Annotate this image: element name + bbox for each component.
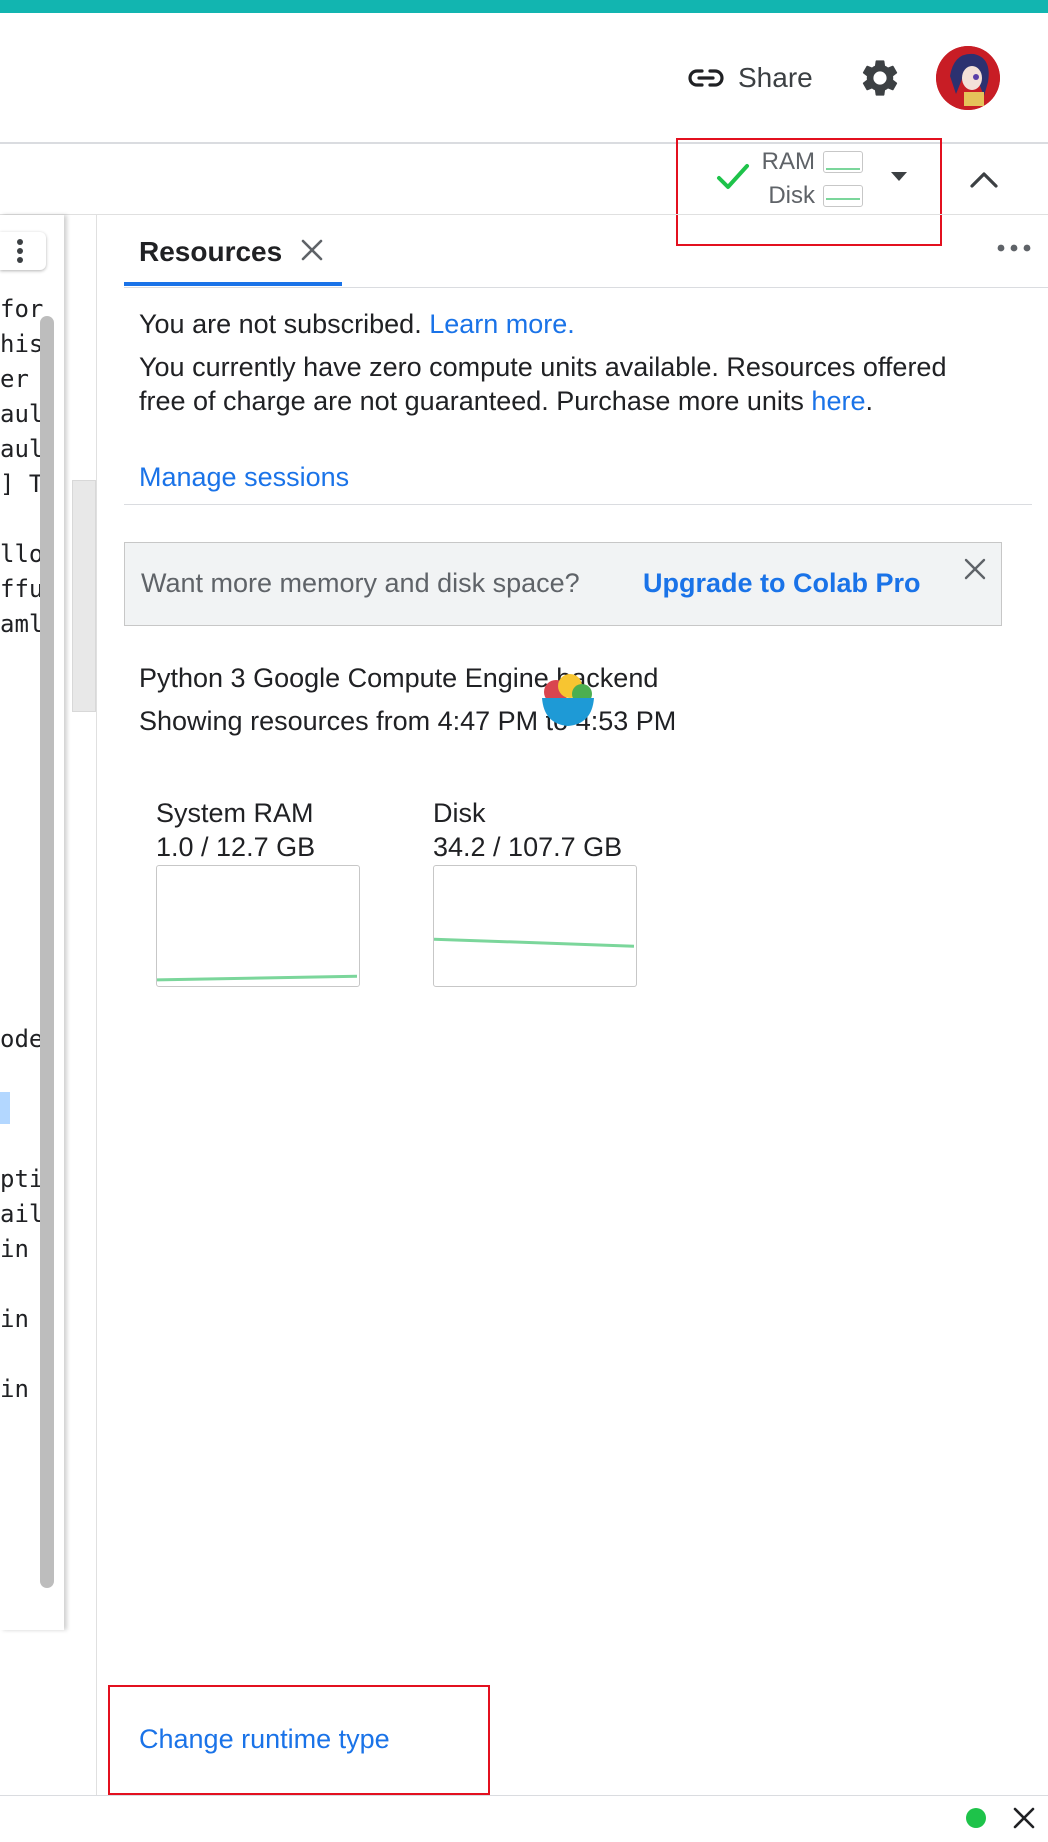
annotation-box-resources [676, 138, 942, 246]
more-options-button[interactable] [994, 236, 1034, 260]
avatar-image [936, 46, 1000, 110]
collapse-button[interactable] [964, 160, 1004, 200]
panel-divider [96, 215, 97, 1795]
here-link[interactable]: here [811, 386, 865, 416]
pane-resize-handle[interactable] [72, 480, 96, 712]
learn-more-link[interactable]: Learn more. [429, 309, 575, 339]
disk-chart-canvas [433, 937, 635, 948]
avatar[interactable] [936, 46, 1000, 110]
close-icon [301, 239, 323, 261]
gear-icon [862, 60, 898, 96]
status-close-button[interactable] [1012, 1806, 1036, 1830]
code-fragment: in [0, 1375, 44, 1403]
notebook-editor-strip[interactable]: for his er aul aul ] T llo ffu aml ode pti ail in i… [0, 215, 64, 1630]
link-icon [688, 69, 724, 87]
ram-usage-line [156, 974, 358, 982]
notebook-scrollbar[interactable] [40, 316, 54, 1588]
disk-chart-value: 34.2 / 107.7 GB [433, 832, 623, 862]
banner-text: Want more memory and disk space? [141, 568, 580, 598]
code-fragment: his [0, 330, 44, 358]
tab-divider [124, 287, 1048, 288]
subscription-status: You are not subscribed. Learn more. [139, 307, 575, 341]
disk-usage-chart [433, 865, 637, 987]
active-tab-indicator [124, 282, 342, 286]
ram-chart-value: 1.0 / 12.7 GB [156, 832, 316, 862]
share-label: Share [738, 62, 813, 93]
code-fragment: aul [0, 400, 44, 428]
code-fragment: pti [0, 1165, 44, 1193]
tab-close-button[interactable] [298, 236, 326, 264]
code-fragment: aml [0, 610, 44, 638]
bowl-icon [538, 670, 598, 735]
settings-button[interactable] [858, 54, 902, 102]
chevron-up-icon [970, 172, 998, 188]
code-fragment: in [0, 1235, 44, 1263]
share-button[interactable]: Share [688, 56, 813, 100]
upgrade-colab-pro-link[interactable]: Upgrade to Colab Pro [643, 568, 921, 599]
close-icon [1013, 1807, 1035, 1829]
code-fragment: ail [0, 1200, 44, 1228]
text-selection-highlight [0, 1092, 10, 1124]
code-fragment: ffu [0, 575, 44, 603]
code-fragment: ] T [0, 470, 44, 498]
code-fragment: llo [0, 540, 44, 568]
period-text: . [865, 386, 873, 416]
tab-resources-label: Resources [139, 236, 283, 267]
toolbar-divider [0, 214, 1048, 215]
more-vert-icon [17, 239, 23, 263]
disk-usage-line [433, 937, 635, 948]
annotation-box-runtime [108, 1685, 490, 1795]
connection-status-dot [966, 1808, 986, 1828]
banner-close-button[interactable] [962, 556, 988, 582]
ram-chart-title: System RAM [156, 798, 314, 828]
code-fragment: ode [0, 1025, 44, 1053]
code-fragment: aul [0, 435, 44, 463]
close-icon [964, 558, 986, 580]
cell-menu-button[interactable] [0, 232, 46, 270]
ram-usage-chart [156, 865, 360, 987]
top-accent-bar [0, 0, 1048, 13]
status-bar-divider [0, 1795, 1048, 1796]
ram-chart-canvas [156, 974, 358, 982]
subscription-text: You are not subscribed. [139, 309, 422, 339]
section-divider [124, 504, 1032, 505]
manage-sessions-link[interactable]: Manage sessions [139, 462, 349, 493]
compute-units-notice: You currently have zero compute units av… [139, 350, 999, 418]
code-fragment: for [0, 295, 44, 323]
code-fragment: in [0, 1305, 44, 1333]
code-fragment: er [0, 365, 44, 393]
more-horiz-icon [997, 244, 1031, 252]
disk-chart-title: Disk [433, 798, 486, 828]
